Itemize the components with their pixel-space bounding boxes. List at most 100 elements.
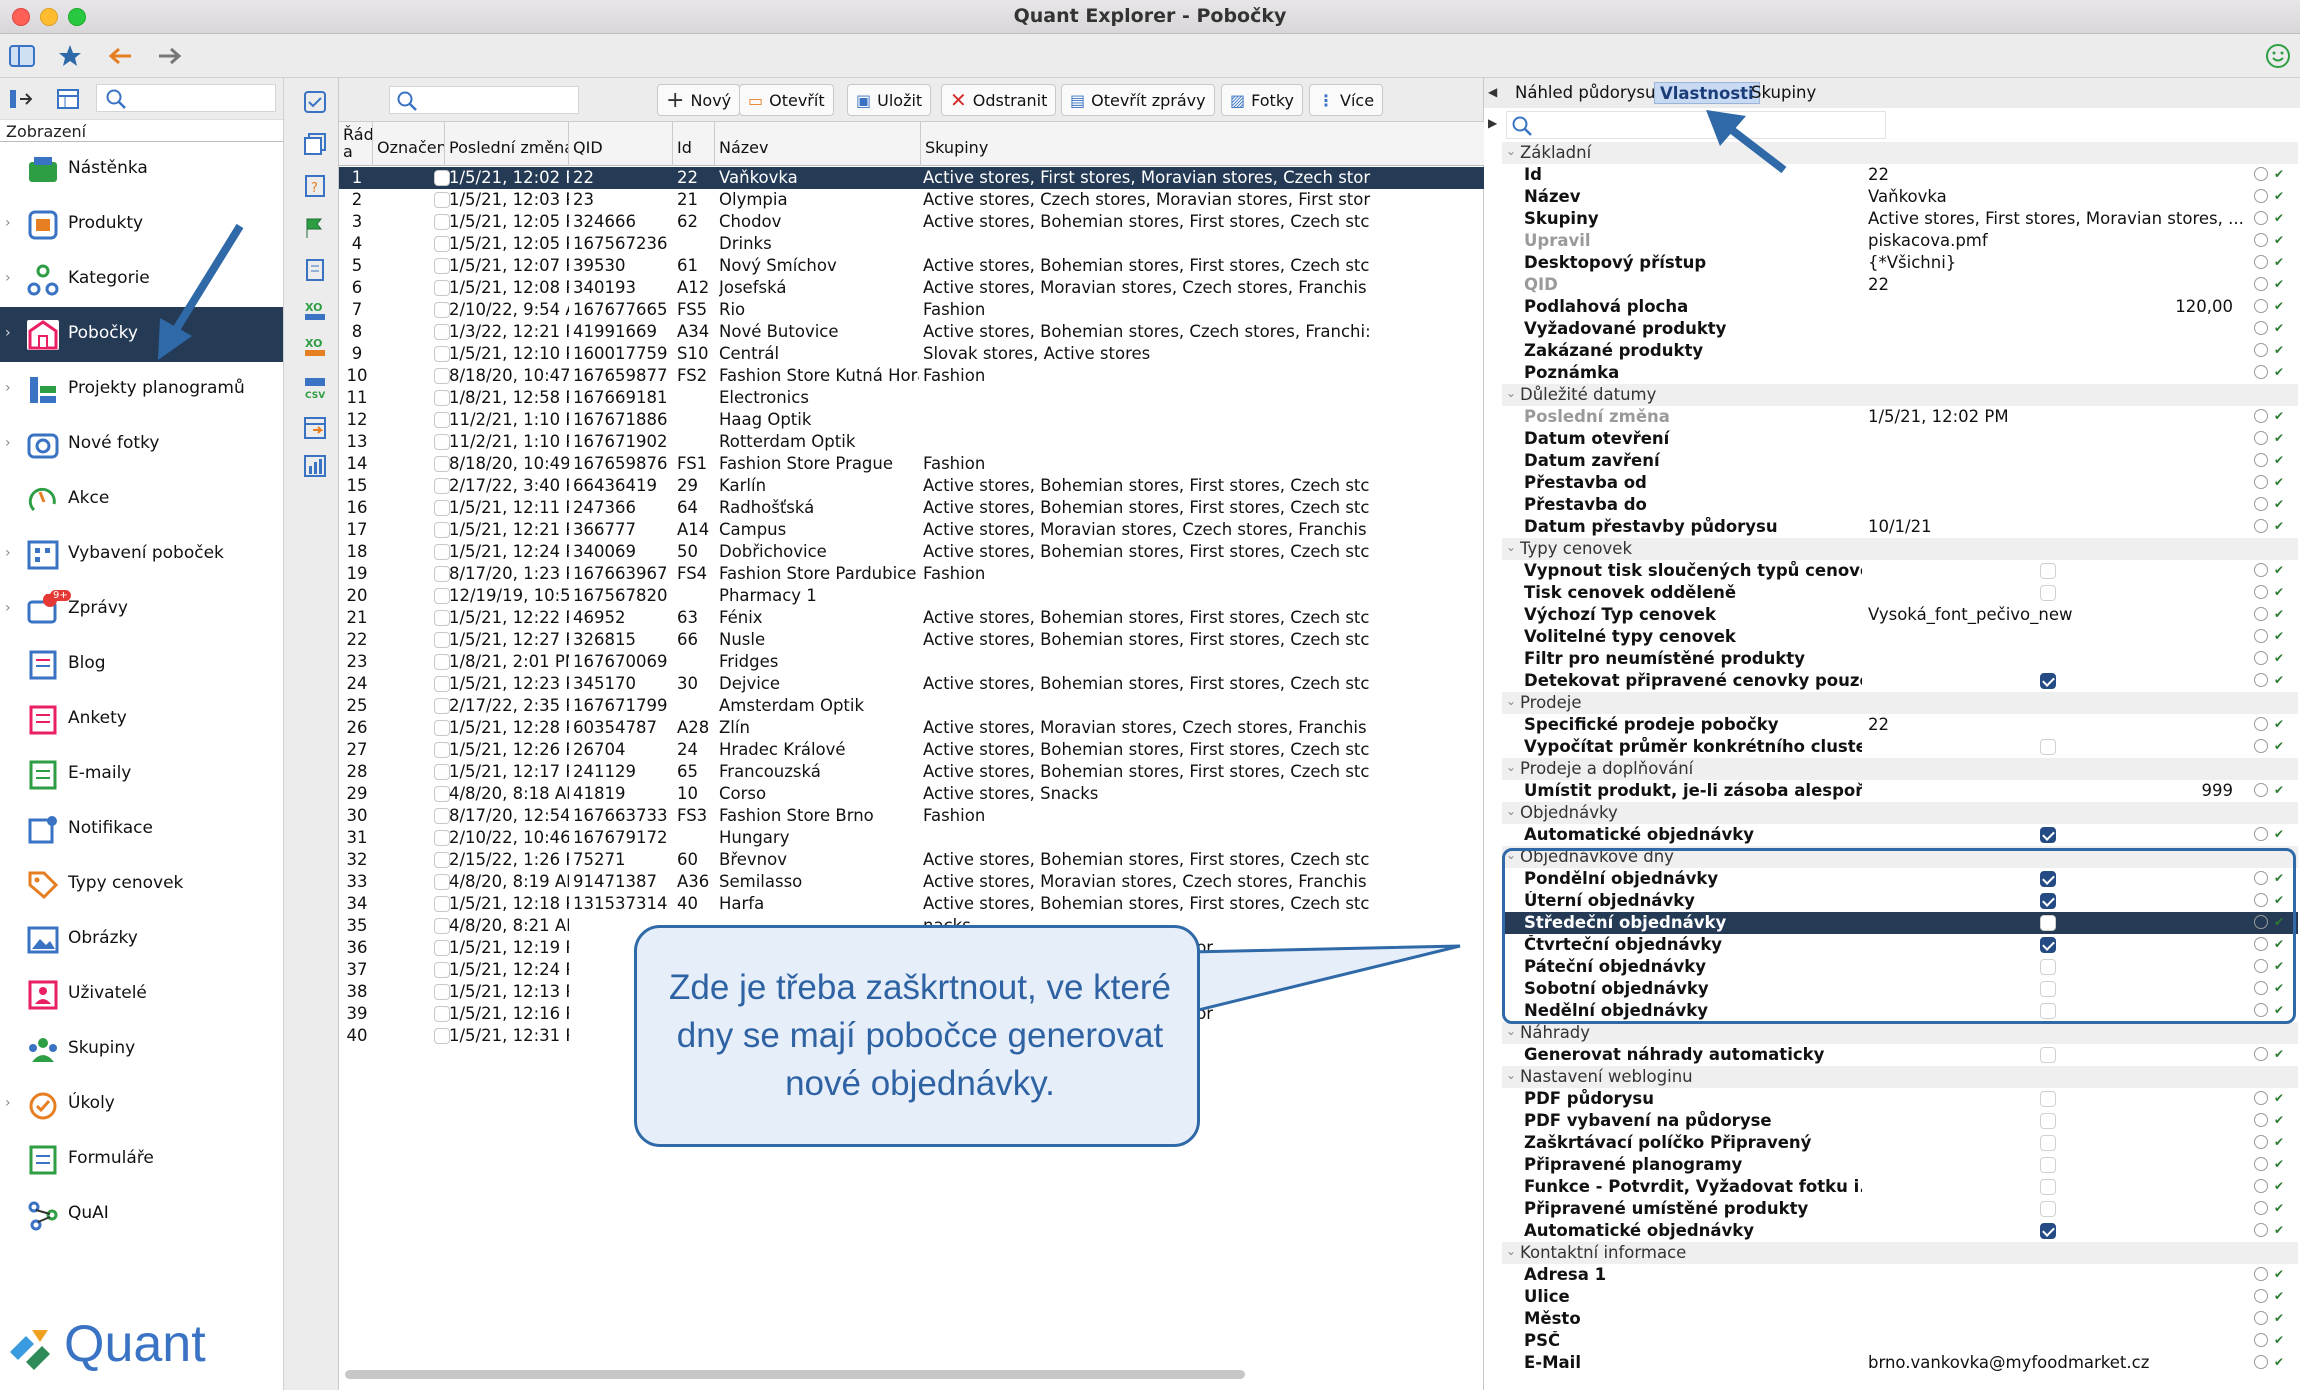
marked-checkbox[interactable] — [434, 566, 450, 582]
photos-button[interactable]: ▨ Fotky — [1221, 84, 1303, 116]
reset-icon[interactable] — [2254, 1311, 2268, 1325]
property-row[interactable]: Automatické objednávky ✔ — [1502, 824, 2298, 846]
property-row[interactable]: Vypočítat průměr konkrétního cluster... ✔ — [1502, 736, 2298, 758]
check-list-icon[interactable] — [299, 86, 331, 118]
property-value[interactable]: 22 — [1868, 165, 2248, 184]
chevron-down-icon[interactable]: ⌄ — [1506, 1024, 1516, 1038]
table-row[interactable]: 12 11/2/21, 1:10 PM167671886 Haag Optik — [339, 409, 1485, 431]
property-value[interactable]: piskacova.pmf — [1868, 231, 2248, 250]
table-row[interactable]: 27 1/5/21, 12:26 PM26704 24 Hradec Králové A… — [339, 739, 1485, 761]
reset-icon[interactable] — [2254, 1135, 2268, 1149]
inherit-icon[interactable]: ✔ — [2274, 255, 2288, 269]
marked-checkbox[interactable] — [434, 544, 450, 560]
reset-icon[interactable] — [2254, 167, 2268, 181]
tab-properties[interactable]: Vlastnosti — [1654, 82, 1760, 104]
table-row[interactable]: 17 1/5/21, 12:21 PM366777 A14 Campus Active … — [339, 519, 1485, 541]
new-button[interactable]: + Nový — [657, 84, 741, 116]
property-group[interactable]: ⌄ Typy cenovek — [1502, 538, 2298, 560]
table-row[interactable]: 25 2/17/22, 2:35 PM167671799 Amsterdam Opt… — [339, 695, 1485, 717]
csv-icon[interactable]: CSV — [299, 372, 331, 404]
chevron-right-icon[interactable]: › — [5, 325, 11, 341]
column-header-qid[interactable]: QID — [569, 122, 673, 166]
reset-icon[interactable] — [2254, 519, 2268, 533]
reset-icon[interactable] — [2254, 629, 2268, 643]
property-value[interactable]: 22 — [1868, 715, 2248, 734]
reset-icon[interactable] — [2254, 409, 2268, 423]
column-header-last-change[interactable]: Poslední změna — [445, 122, 569, 166]
table-row[interactable]: 16 1/5/21, 12:11 PM247366 64 Radhošťská Acti… — [339, 497, 1485, 519]
property-row[interactable]: Desktopový přístup {*Všichni} ✔ — [1502, 252, 2298, 274]
inherit-icon[interactable]: ✔ — [2274, 475, 2288, 489]
property-group[interactable]: ⌄ Nastavení webloginu — [1502, 1066, 2298, 1088]
marked-checkbox[interactable] — [434, 302, 450, 318]
property-checkbox[interactable] — [2040, 1157, 2056, 1173]
marked-checkbox[interactable] — [434, 456, 450, 472]
property-value[interactable]: brno.vankovka@myfoodmarket.cz — [1868, 1353, 2248, 1372]
chevron-down-icon[interactable]: ⌄ — [1506, 694, 1516, 708]
property-row[interactable]: PDF půdorysu ✔ — [1502, 1088, 2298, 1110]
smiley-icon[interactable] — [2262, 40, 2294, 72]
marked-checkbox[interactable] — [434, 1028, 450, 1044]
reset-icon[interactable] — [2254, 1267, 2268, 1281]
marked-checkbox[interactable] — [434, 962, 450, 978]
table-row[interactable]: 34 1/5/21, 12:18 PM131537314 40 Harfa Active… — [339, 893, 1485, 915]
property-row[interactable]: Vypnout tisk sloučených typů cenovek ✔ — [1502, 560, 2298, 582]
inherit-icon[interactable]: ✔ — [2274, 299, 2288, 313]
property-row[interactable]: Datum přestavby půdorysu 10/1/21 ✔ — [1502, 516, 2298, 538]
collapse-left-icon[interactable]: ◀ — [1488, 85, 1497, 99]
reset-icon[interactable] — [2254, 783, 2268, 797]
property-row[interactable]: Specifické prodeje pobočky 22 ✔ — [1502, 714, 2298, 736]
property-row[interactable]: Automatické objednávky ✔ — [1502, 1220, 2298, 1242]
property-row[interactable]: Přestavba od ✔ — [1502, 472, 2298, 494]
property-row[interactable]: Skupiny Active stores, First stores, Mora… — [1502, 208, 2298, 230]
reset-icon[interactable] — [2254, 739, 2268, 753]
reset-icon[interactable] — [2254, 365, 2268, 379]
sidebar-item-8[interactable]: › Vybavení poboček — [0, 527, 283, 582]
marked-checkbox[interactable] — [434, 874, 450, 890]
inherit-icon[interactable]: ✔ — [2274, 409, 2288, 423]
reset-icon[interactable] — [2254, 827, 2268, 841]
inherit-icon[interactable]: ✔ — [2274, 1047, 2288, 1061]
marked-checkbox[interactable] — [434, 896, 450, 912]
table-row[interactable]: 10 8/18/20, 10:47 AM167659877 FS2 Fashion S… — [339, 365, 1485, 387]
sidebar-item-17[interactable]: Skupiny — [0, 1022, 283, 1077]
inherit-icon[interactable]: ✔ — [2274, 1289, 2288, 1303]
property-checkbox[interactable] — [2040, 1047, 2056, 1063]
marked-checkbox[interactable] — [434, 632, 450, 648]
excel-import-icon[interactable]: XO — [299, 332, 331, 364]
property-row[interactable]: Přestavba do ✔ — [1502, 494, 2298, 516]
marked-checkbox[interactable] — [434, 918, 450, 934]
property-row[interactable]: PSČ ✔ — [1502, 1330, 2298, 1352]
reset-icon[interactable] — [2254, 1355, 2268, 1369]
chevron-down-icon[interactable]: ⌄ — [1506, 386, 1516, 400]
sidebar-item-7[interactable]: Akce — [0, 472, 283, 527]
back-arrow-icon[interactable] — [104, 40, 136, 72]
inherit-icon[interactable]: ✔ — [2274, 651, 2288, 665]
inherit-icon[interactable]: ✔ — [2274, 739, 2288, 753]
property-row[interactable]: Podlahová plocha 120,00 ✔ — [1502, 296, 2298, 318]
table-row[interactable]: 13 11/2/21, 1:10 PM167671902 Rotterdam Opt… — [339, 431, 1485, 453]
column-header-name[interactable]: Název — [715, 122, 921, 166]
chevron-down-icon[interactable]: ⌄ — [1506, 540, 1516, 554]
reset-icon[interactable] — [2254, 563, 2268, 577]
inherit-icon[interactable]: ✔ — [2274, 1113, 2288, 1127]
marked-checkbox[interactable] — [434, 720, 450, 736]
sidebar-item-16[interactable]: Uživatelé — [0, 967, 283, 1022]
reset-icon[interactable] — [2254, 431, 2268, 445]
document-icon[interactable] — [299, 254, 331, 286]
reset-icon[interactable] — [2254, 717, 2268, 731]
property-checkbox[interactable] — [2040, 673, 2056, 689]
property-value[interactable]: 22 — [1868, 275, 2248, 294]
sidebar-item-1[interactable]: Nástěnka — [0, 142, 283, 197]
inherit-icon[interactable]: ✔ — [2274, 563, 2288, 577]
save-button[interactable]: ▣ Uložit — [847, 84, 932, 116]
table-row[interactable]: 2 1/5/21, 12:03 PM23 21 Olympia Active store… — [339, 189, 1485, 211]
sidebar-item-12[interactable]: E-maily — [0, 747, 283, 802]
property-row[interactable]: Umístit produkt, je-li zásoba alespoň 999… — [1502, 780, 2298, 802]
duplicate-icon[interactable] — [299, 128, 331, 160]
marked-checkbox[interactable] — [434, 192, 450, 208]
marked-checkbox[interactable] — [434, 654, 450, 670]
marked-checkbox[interactable] — [434, 984, 450, 1000]
tab-groups[interactable]: Skupiny — [1746, 82, 1821, 104]
property-row[interactable]: E-Mail brno.vankovka@myfoodmarket.cz ✔ — [1502, 1352, 2298, 1374]
